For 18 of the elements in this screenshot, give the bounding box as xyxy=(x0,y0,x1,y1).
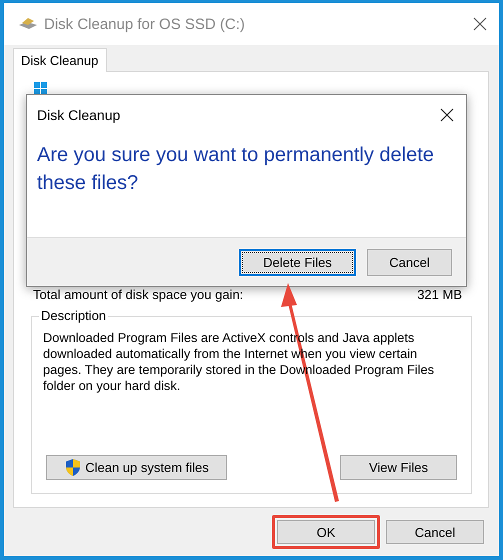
close-icon[interactable] xyxy=(440,108,454,122)
tab[interactable]: Disk Cleanup xyxy=(13,48,108,72)
total-value: 321 MB xyxy=(417,286,462,302)
window-title: Disk Cleanup for OS SSD (C:) xyxy=(44,16,246,32)
delete-files-button[interactable]: Delete Files xyxy=(239,248,356,276)
cancel-button[interactable]: Cancel xyxy=(386,520,484,544)
shield-icon xyxy=(64,458,82,477)
windows-icon xyxy=(34,82,47,95)
dialog-title: Disk Cleanup xyxy=(37,107,120,123)
ok-button[interactable]: OK xyxy=(277,520,375,544)
drive-icon xyxy=(18,17,38,31)
confirmation-message: Are you sure you want to permanently delete these files? xyxy=(36,143,435,196)
close-icon[interactable] xyxy=(473,17,487,31)
cancel-button[interactable]: Cancel xyxy=(367,248,452,276)
total-label: Total amount of disk space you gain: xyxy=(33,286,244,302)
view-files-button[interactable]: View Files xyxy=(340,455,457,480)
clean-up-button[interactable]: Clean up system files xyxy=(46,455,227,480)
group-legend: Description xyxy=(39,308,108,323)
